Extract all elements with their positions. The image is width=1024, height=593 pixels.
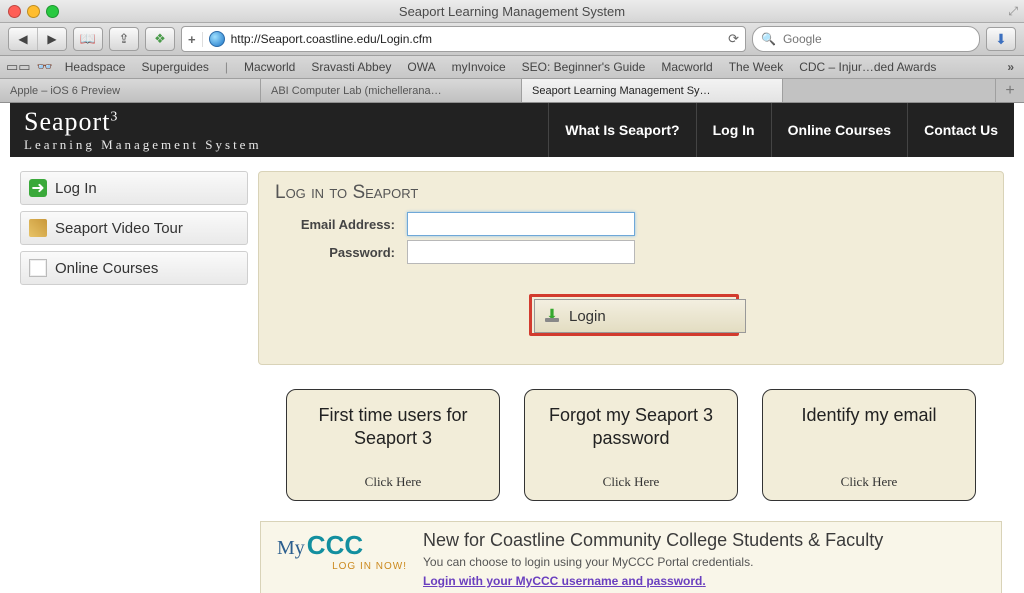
bookmarks-overflow-icon[interactable]: » bbox=[1003, 60, 1018, 74]
main-content: Log in to Seaport Email Address: Passwor… bbox=[258, 171, 1004, 593]
ruler-icon bbox=[29, 219, 47, 237]
box-click-here: Click Here bbox=[365, 474, 422, 490]
zoom-window-button[interactable] bbox=[46, 5, 59, 18]
site-icon bbox=[209, 31, 225, 47]
window-controls bbox=[8, 5, 59, 18]
login-button-label: Login bbox=[569, 308, 606, 325]
add-bookmark-icon[interactable]: + bbox=[188, 32, 203, 47]
password-input[interactable] bbox=[407, 240, 635, 264]
page-viewport: Seaport3 Learning Management System What… bbox=[0, 103, 1024, 593]
sidebar-item-label: Online Courses bbox=[55, 260, 158, 277]
bookmarks-button[interactable]: 📖 bbox=[73, 27, 103, 51]
nav-buttons: ◀ ▶ bbox=[8, 27, 67, 51]
myccc-logo-ccc: CCC bbox=[307, 530, 363, 560]
brand-sup: 3 bbox=[110, 109, 118, 124]
box-first-time-users[interactable]: First time users for Seaport 3 Click Her… bbox=[286, 389, 500, 501]
login-button-highlight: ⬇ Login bbox=[529, 294, 739, 336]
email-label: Email Address: bbox=[275, 217, 395, 232]
myccc-logo-sub: LOG IN NOW! bbox=[277, 561, 407, 572]
nav-contact-us[interactable]: Contact Us bbox=[907, 103, 1014, 157]
myccc-login-link[interactable]: Login with your MyCCC username and passw… bbox=[423, 574, 706, 588]
fullscreen-icon[interactable]: ⤢ bbox=[1008, 4, 1018, 19]
browser-tab-active[interactable]: Seaport Learning Management Sy… bbox=[522, 79, 783, 102]
page-icon bbox=[29, 259, 47, 277]
bookmark-item[interactable]: The Week bbox=[723, 60, 789, 74]
search-icon: 🔍 bbox=[761, 32, 776, 46]
site-brand: Seaport3 Learning Management System bbox=[10, 101, 276, 159]
bookmark-item[interactable]: OWA bbox=[401, 60, 441, 74]
myccc-logo-my: My bbox=[277, 537, 305, 559]
bookmark-item[interactable]: Superguides bbox=[135, 60, 214, 74]
search-field[interactable]: 🔍 bbox=[752, 26, 980, 52]
bookmark-item[interactable]: SEO: Beginner's Guide bbox=[516, 60, 652, 74]
box-identify-email[interactable]: Identify my email Click Here bbox=[762, 389, 976, 501]
url-text: http://Seaport.coastline.edu/Login.cfm bbox=[231, 32, 723, 46]
back-button[interactable]: ◀ bbox=[9, 28, 38, 50]
browser-toolbar: ◀ ▶ 📖 ⇪ ❖ + http://Seaport.coastline.edu… bbox=[0, 23, 1024, 56]
myccc-logo: MyCCC LOG IN NOW! bbox=[277, 530, 407, 572]
box-title: Identify my email bbox=[801, 404, 936, 427]
sidebar-item-video-tour[interactable]: Seaport Video Tour bbox=[20, 211, 248, 245]
reading-list-icon[interactable]: 👓 bbox=[37, 59, 53, 75]
downloads-button[interactable]: ⬇ bbox=[986, 27, 1016, 51]
nav-log-in[interactable]: Log In bbox=[696, 103, 771, 157]
bookmarks-menu-icon[interactable]: ▭▭ bbox=[6, 59, 31, 75]
login-button-icon: ⬇ bbox=[545, 310, 559, 322]
box-forgot-password[interactable]: Forgot my Seaport 3 password Click Here bbox=[524, 389, 738, 501]
nav-online-courses[interactable]: Online Courses bbox=[771, 103, 907, 157]
brand-subtitle: Learning Management System bbox=[24, 137, 262, 153]
page: Seaport3 Learning Management System What… bbox=[10, 103, 1014, 593]
tab-strip: Apple – iOS 6 Preview ABI Computer Lab (… bbox=[0, 79, 1024, 103]
box-title: First time users for Seaport 3 bbox=[297, 404, 489, 449]
close-window-button[interactable] bbox=[8, 5, 21, 18]
bookmarks-bar: ▭▭ 👓 Headspace Superguides | Macworld Sr… bbox=[0, 56, 1024, 79]
login-icon: ➜ bbox=[29, 179, 47, 197]
bookmark-item[interactable]: Macworld bbox=[238, 60, 301, 74]
box-title: Forgot my Seaport 3 password bbox=[535, 404, 727, 449]
address-bar[interactable]: + http://Seaport.coastline.edu/Login.cfm… bbox=[181, 26, 746, 52]
brand-title: Seaport bbox=[24, 107, 110, 136]
box-click-here: Click Here bbox=[603, 474, 660, 490]
share-button[interactable]: ⇪ bbox=[109, 27, 139, 51]
site-header: Seaport3 Learning Management System What… bbox=[10, 103, 1014, 157]
evernote-button[interactable]: ❖ bbox=[145, 27, 175, 51]
bookmark-item[interactable]: myInvoice bbox=[446, 60, 512, 74]
browser-tab[interactable]: Apple – iOS 6 Preview bbox=[0, 79, 261, 102]
myccc-panel: MyCCC LOG IN NOW! New for Coastline Comm… bbox=[260, 521, 1002, 593]
myccc-desc: You can choose to login using your MyCCC… bbox=[423, 555, 883, 569]
box-click-here: Click Here bbox=[841, 474, 898, 490]
window-title: Seaport Learning Management System bbox=[0, 4, 1024, 19]
bookmark-item[interactable]: Headspace bbox=[59, 60, 132, 74]
download-icon: ⬇ bbox=[995, 31, 1007, 48]
new-tab-button[interactable]: + bbox=[995, 79, 1024, 102]
myccc-heading: New for Coastline Community College Stud… bbox=[423, 530, 883, 551]
sidebar-item-label: Log In bbox=[55, 180, 97, 197]
bookmark-item[interactable]: Macworld bbox=[655, 60, 718, 74]
bookmark-item[interactable]: CDC – Injur…ded Awards bbox=[793, 60, 942, 74]
forward-button[interactable]: ▶ bbox=[38, 28, 66, 50]
login-panel: Log in to Seaport Email Address: Passwor… bbox=[258, 171, 1004, 365]
sidebar-item-online-courses[interactable]: Online Courses bbox=[20, 251, 248, 285]
login-button[interactable]: ⬇ Login bbox=[534, 299, 746, 333]
help-boxes: First time users for Seaport 3 Click Her… bbox=[258, 389, 1004, 501]
browser-tab[interactable]: ABI Computer Lab (michellerana… bbox=[261, 79, 522, 102]
email-input[interactable] bbox=[407, 212, 635, 236]
mac-titlebar: Seaport Learning Management System ⤢ bbox=[0, 0, 1024, 23]
search-input[interactable] bbox=[781, 31, 971, 47]
minimize-window-button[interactable] bbox=[27, 5, 40, 18]
sidebar-item-label: Seaport Video Tour bbox=[55, 220, 183, 237]
sidebar: ➜ Log In Seaport Video Tour Online Cours… bbox=[20, 171, 248, 593]
myccc-text: New for Coastline Community College Stud… bbox=[423, 530, 883, 588]
bookmark-item[interactable]: Sravasti Abbey bbox=[305, 60, 397, 74]
reload-icon[interactable]: ⟳ bbox=[728, 31, 739, 47]
login-heading: Log in to Seaport bbox=[275, 182, 987, 204]
nav-what-is-seaport[interactable]: What Is Seaport? bbox=[548, 103, 695, 157]
password-label: Password: bbox=[275, 245, 395, 260]
site-nav: What Is Seaport? Log In Online Courses C… bbox=[548, 103, 1014, 157]
sidebar-item-login[interactable]: ➜ Log In bbox=[20, 171, 248, 205]
